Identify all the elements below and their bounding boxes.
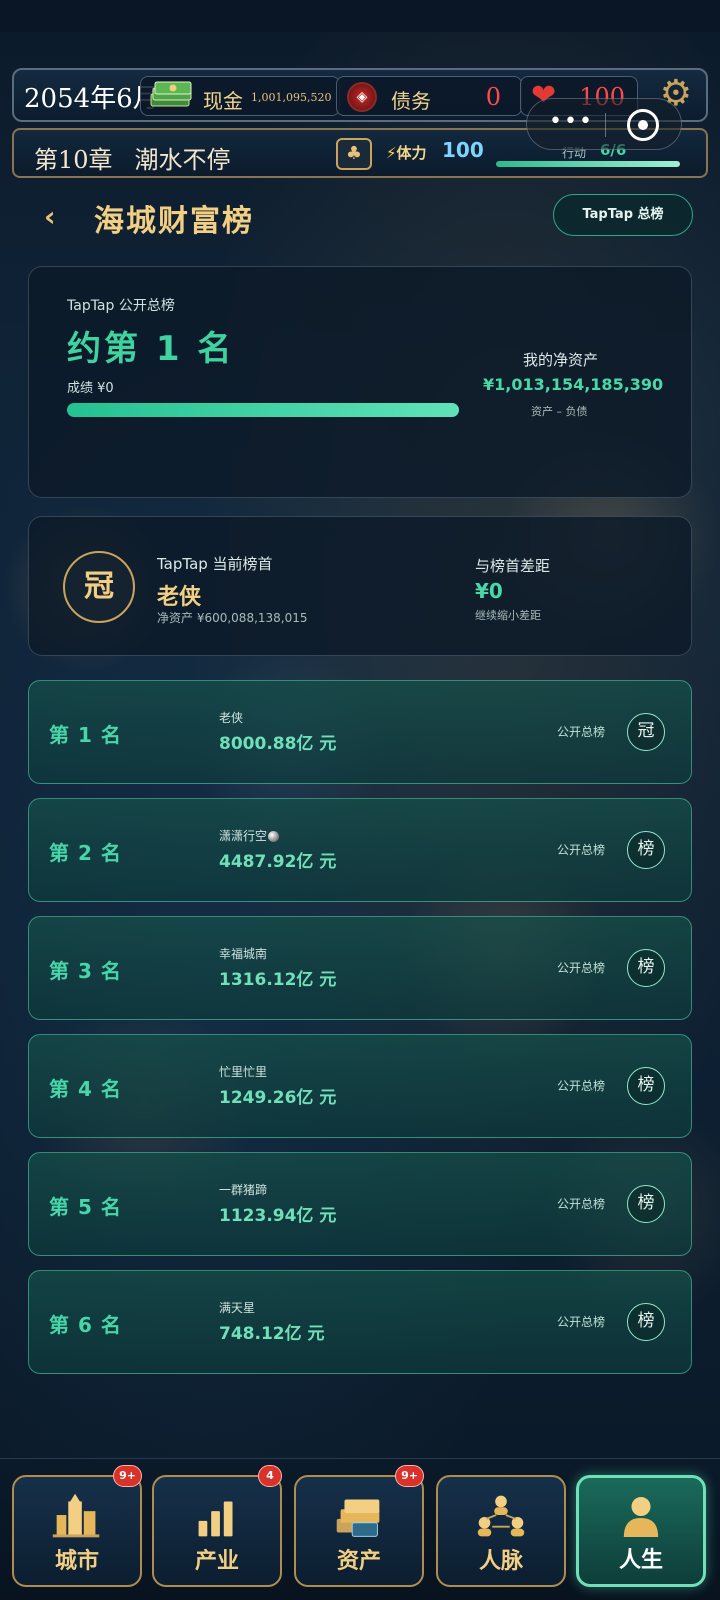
- stamina-text: 体力: [396, 144, 427, 162]
- nav-industry[interactable]: 4 产业: [152, 1465, 282, 1587]
- close-target-icon[interactable]: [627, 109, 659, 141]
- leader-caption: TapTap 当前榜首: [157, 555, 273, 573]
- rank-position: 第 6 名: [49, 1313, 122, 1337]
- player-name: 幸福城南: [219, 947, 268, 961]
- network-icon: [477, 1495, 525, 1537]
- board-tag: 公开总榜: [557, 725, 606, 739]
- ranking-row[interactable]: 第 2 名 潇潇行空 4487.92亿 元 公开总榜 榜: [28, 798, 692, 902]
- my-score: 成绩 ¥0: [67, 381, 114, 396]
- player-name: 老侠: [219, 711, 244, 725]
- money-stack-icon: [336, 1499, 380, 1537]
- stamina-value: 100: [442, 138, 484, 162]
- board-caption: TapTap 公开总榜: [67, 298, 175, 314]
- nav-life[interactable]: 人生: [576, 1475, 706, 1587]
- leader-name: 老侠: [157, 585, 202, 610]
- gap-label: 与榜首差距: [475, 557, 551, 575]
- nav-assets[interactable]: 9+ 资产: [294, 1465, 424, 1587]
- nav-label: 产业: [194, 1549, 239, 1574]
- rank-position: 第 1 名: [49, 723, 122, 747]
- board-badge-icon: 榜: [627, 1067, 665, 1105]
- nav-label: 资产: [336, 1549, 381, 1574]
- lightning-icon: ⚡: [386, 144, 397, 162]
- debt-icon: ◈: [347, 82, 377, 112]
- player-networth: 8000.88亿 元: [219, 734, 337, 754]
- miniprogram-capsule: •••: [526, 98, 682, 150]
- game-date: 2054年6月: [24, 84, 159, 114]
- board-badge-icon: 榜: [627, 949, 665, 987]
- chapter-title: 潮水不停: [134, 146, 231, 174]
- nav-label: 人生: [618, 1548, 663, 1573]
- rank-position: 第 2 名: [49, 841, 122, 865]
- player-name: 潇潇行空: [219, 829, 268, 843]
- ranking-row[interactable]: 第 3 名 幸福城南 1316.12亿 元 公开总榜 榜: [28, 916, 692, 1020]
- board-tag: 公开总榜: [557, 1079, 606, 1093]
- crown-icon: 冠: [63, 551, 135, 623]
- gap-value: ¥0: [475, 579, 503, 603]
- chapter-number: 第10章: [34, 146, 113, 174]
- nav-label: 城市: [54, 1549, 99, 1574]
- crown-badge-icon: 冠: [627, 713, 665, 751]
- debt-label: 债务: [391, 89, 431, 113]
- bar-chart-icon: [198, 1501, 233, 1537]
- board-tag: 公开总榜: [557, 1315, 606, 1329]
- ranking-row[interactable]: 第 5 名 一群猪蹄 1123.94亿 元 公开总榜 榜: [28, 1152, 692, 1256]
- more-options-icon[interactable]: •••: [549, 109, 594, 134]
- notification-badge: 9+: [395, 1465, 424, 1487]
- player-name: 一群猪蹄: [219, 1183, 268, 1197]
- player-networth: 4487.92亿 元: [219, 852, 337, 872]
- debt-panel[interactable]: ◈ 债务 0: [336, 76, 522, 116]
- player-networth: 1123.94亿 元: [219, 1206, 337, 1226]
- status-bar-area: [0, 0, 720, 32]
- page-title: 海城财富榜: [94, 204, 254, 239]
- city-icon: [52, 1493, 100, 1538]
- my-rank: 约第 1 名: [67, 329, 235, 369]
- debt-value: 0: [485, 83, 501, 111]
- nav-label: 人脉: [478, 1549, 523, 1574]
- nav-network[interactable]: 人脉: [436, 1475, 566, 1587]
- rank-position: 第 5 名: [49, 1195, 122, 1219]
- player-networth: 1249.26亿 元: [219, 1088, 337, 1108]
- cash-panel[interactable]: 现金 1,001,095,520: [140, 76, 340, 116]
- networth-value: ¥1,013,154,185,390: [483, 375, 664, 394]
- player-networth: 1316.12亿 元: [219, 970, 337, 990]
- board-badge-icon: 榜: [627, 1185, 665, 1223]
- leader-networth: 净资产 ¥600,088,138,015: [157, 611, 308, 625]
- player-name: 忙里忙里: [219, 1065, 268, 1079]
- bottom-navigation: 9+ 城市 4 产业 9+ 资产 人脉 人生: [0, 1458, 720, 1600]
- chapter-info: 第10章 潮水不停: [34, 140, 231, 175]
- action-progress-bar: [496, 161, 680, 167]
- board-tag: 公开总榜: [557, 961, 606, 975]
- billiard-ball-icon: [268, 831, 280, 842]
- networth-note: 资产 – 负债: [531, 405, 588, 418]
- stamina-label: ⚡体力: [386, 142, 427, 163]
- taptap-board-button[interactable]: TapTap 总榜: [553, 194, 693, 236]
- ranking-row[interactable]: 第 1 名 老侠 8000.88亿 元 公开总榜 冠: [28, 680, 692, 784]
- board-badge-icon: 榜: [627, 831, 665, 869]
- player-name: 满天星: [219, 1301, 256, 1315]
- cash-value: 1,001,095,520: [251, 91, 332, 104]
- notification-badge: 9+: [113, 1465, 142, 1487]
- networth-label: 我的净资产: [523, 351, 599, 369]
- nav-city[interactable]: 9+ 城市: [12, 1465, 142, 1587]
- player-name-wrap: 潇潇行空: [219, 827, 280, 844]
- capsule-divider: [605, 113, 606, 137]
- player-networth: 748.12亿 元: [219, 1324, 325, 1344]
- ranking-row[interactable]: 第 6 名 满天星 748.12亿 元 公开总榜 榜: [28, 1270, 692, 1374]
- my-rank-card: TapTap 公开总榜 约第 1 名 成绩 ¥0 我的净资产 ¥1,013,15…: [28, 266, 692, 498]
- leader-card: 冠 TapTap 当前榜首 老侠 净资产 ¥600,088,138,015 与榜…: [28, 516, 692, 656]
- cash-label: 现金: [203, 89, 243, 113]
- board-tag: 公开总榜: [557, 1197, 606, 1211]
- person-icon: [623, 1496, 659, 1538]
- back-chevron-icon[interactable]: ‹: [44, 200, 56, 233]
- notification-badge: 4: [258, 1465, 282, 1487]
- ranking-row[interactable]: 第 4 名 忙里忙里 1249.26亿 元 公开总榜 榜: [28, 1034, 692, 1138]
- gap-note: 继续缩小差距: [475, 609, 541, 622]
- board-tag: 公开总榜: [557, 843, 606, 857]
- emblem-icon[interactable]: ♣: [336, 138, 372, 170]
- board-badge-icon: 榜: [627, 1303, 665, 1341]
- cash-stack-icon: [150, 81, 192, 107]
- rank-progress-bar: [67, 403, 459, 417]
- rank-position: 第 4 名: [49, 1077, 122, 1101]
- rank-position: 第 3 名: [49, 959, 122, 983]
